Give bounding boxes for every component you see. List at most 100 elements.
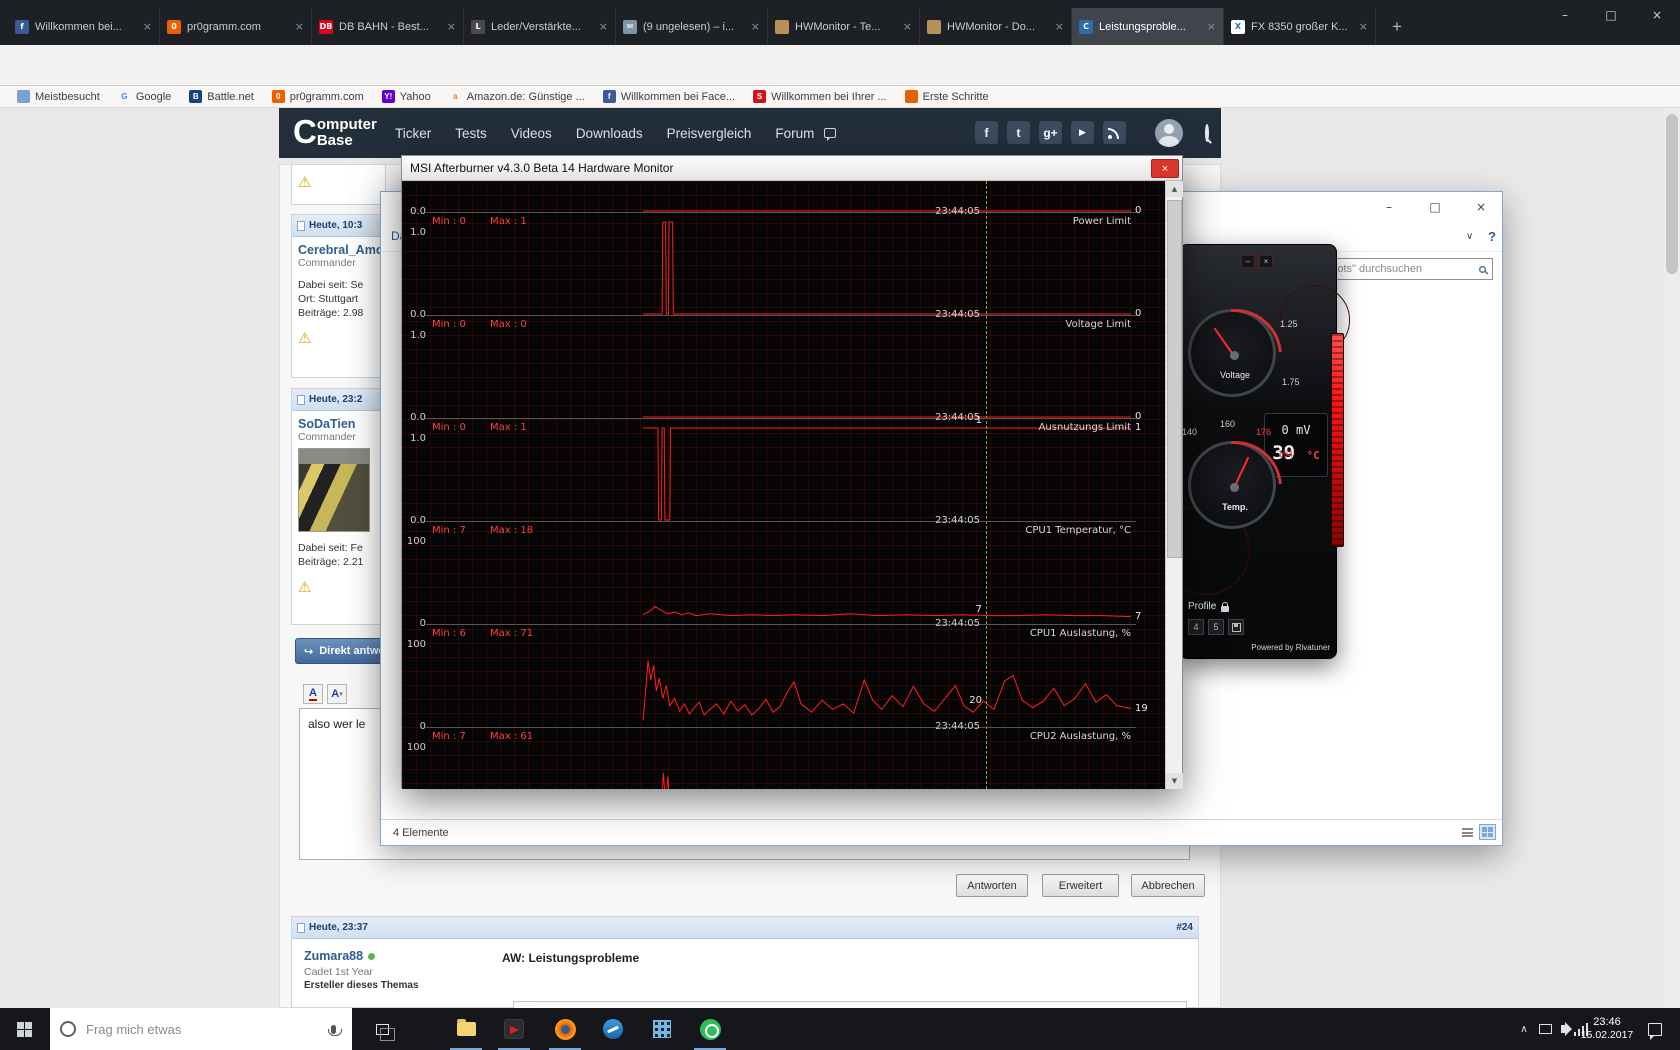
tab-close-icon[interactable]: ×: [1359, 20, 1368, 33]
username-link[interactable]: SoDaTien: [298, 417, 379, 431]
profile-4-button[interactable]: 4: [1188, 619, 1204, 635]
explorer-close-button[interactable]: ×: [1458, 192, 1504, 222]
facebook-icon[interactable]: f: [975, 121, 998, 144]
hm-scrollbar[interactable]: ▲ ▼: [1165, 181, 1183, 789]
help-icon[interactable]: ?: [1488, 229, 1496, 244]
task-view-button[interactable]: [362, 1008, 402, 1050]
microphone-icon[interactable]: [327, 1024, 342, 1036]
ribbon-collapse-icon[interactable]: ∨: [1466, 231, 1473, 242]
taskbar-app-green[interactable]: [686, 1008, 734, 1050]
nav-item-preisvergleich[interactable]: Preisvergleich: [667, 126, 752, 141]
font-size-icon[interactable]: A ▾: [327, 684, 347, 704]
twitter-icon[interactable]: t: [1007, 121, 1030, 144]
bookmark-label: Erste Schritte: [922, 90, 989, 103]
browser-tab[interactable]: X FX 8350 großer K... ×: [1224, 8, 1376, 45]
profile-5-button[interactable]: 5: [1208, 619, 1224, 635]
taskbar-app-firefox[interactable]: [541, 1008, 589, 1050]
skin-close-button[interactable]: ×: [1259, 255, 1273, 268]
user-avatar[interactable]: [1155, 119, 1183, 147]
scroll-down-button[interactable]: ▼: [1166, 773, 1183, 789]
explorer-search-icon[interactable]: [1478, 265, 1487, 273]
bookmark-item[interactable]: 0 pr0gramm.com: [263, 86, 373, 107]
bookmark-item[interactable]: Erste Schritte: [896, 86, 998, 107]
abbrechen-button[interactable]: Abbrechen: [1131, 874, 1205, 897]
voltage-tick: 1.75: [1282, 377, 1300, 387]
bookmark-item[interactable]: f Willkommen bei Face...: [594, 86, 744, 107]
taskbar-clock[interactable]: 23:46 15.02.2017: [1576, 1008, 1638, 1050]
tab-close-icon[interactable]: ×: [1207, 20, 1216, 33]
skin-minimize-button[interactable]: –: [1241, 255, 1255, 268]
browser-tab[interactable]: DB DB BAHN - Best... ×: [312, 8, 464, 45]
hm-close-button[interactable]: ×: [1151, 159, 1179, 178]
explorer-minimize-button[interactable]: –: [1366, 192, 1412, 222]
tray-volume-icon[interactable]: [1554, 1008, 1572, 1050]
taskbar-app-blue[interactable]: [589, 1008, 637, 1050]
computerbase-logo[interactable]: C omputer Base: [293, 115, 377, 149]
thumbnail-view-button[interactable]: [1479, 824, 1496, 840]
tab-close-icon[interactable]: ×: [1055, 20, 1064, 33]
warning-icon[interactable]: ⚠: [298, 329, 379, 347]
browser-tab[interactable]: HWMonitor - Do... ×: [920, 8, 1072, 45]
taskbar-app-grid[interactable]: [638, 1008, 686, 1050]
warning-icon[interactable]: ⚠: [298, 173, 311, 191]
tab-close-icon[interactable]: ×: [599, 20, 608, 33]
list-view-button[interactable]: [1459, 824, 1476, 840]
tab-close-icon[interactable]: ×: [751, 20, 760, 33]
hm-min-label: Min : 0: [432, 216, 466, 227]
tab-close-icon[interactable]: ×: [447, 20, 456, 33]
bookmark-item[interactable]: Meistbesucht: [8, 86, 109, 107]
youtube-icon[interactable]: ▶: [1071, 121, 1094, 144]
browser-tab[interactable]: C Leistungsproble... ×: [1072, 8, 1224, 45]
taskbar-search-input[interactable]: [86, 1021, 321, 1037]
nav-item-ticker[interactable]: Ticker: [395, 126, 431, 141]
username-link[interactable]: Cerebral_Amoebe: [298, 243, 385, 257]
hm-titlebar[interactable]: MSI Afterburner v4.3.0 Beta 14 Hardware …: [402, 156, 1182, 181]
hm-scrollbar-thumb[interactable]: [1167, 200, 1182, 558]
window-minimize-button[interactable]: –: [1542, 0, 1588, 30]
new-tab-button[interactable]: +: [1384, 14, 1410, 40]
antworten-button[interactable]: Antworten: [956, 874, 1028, 897]
browser-tab[interactable]: L Leder/Verstärkte... ×: [464, 8, 616, 45]
bookmark-item[interactable]: G Google: [109, 86, 180, 107]
site-search-icon[interactable]: [1205, 124, 1209, 142]
window-close-button[interactable]: ×: [1634, 0, 1680, 30]
tray-expand-icon[interactable]: ∧: [1512, 1008, 1536, 1050]
nav-item-forum[interactable]: Forum: [775, 126, 814, 141]
nav-item-videos[interactable]: Videos: [511, 126, 552, 141]
profile-lock-icon[interactable]: [1221, 601, 1230, 612]
browser-tab[interactable]: ✉ (9 ungelesen) – i... ×: [616, 8, 768, 45]
bookmark-item[interactable]: B Battle.net: [180, 86, 262, 107]
bookmark-item[interactable]: S Willkommen bei Ihrer ...: [744, 86, 896, 107]
username-link[interactable]: Zumara88: [304, 949, 363, 963]
nav-item-downloads[interactable]: Downloads: [576, 126, 643, 141]
page-scrollbar-thumb[interactable]: [1666, 114, 1678, 274]
rss-icon[interactable]: [1103, 121, 1126, 144]
browser-tab[interactable]: HWMonitor - Te... ×: [768, 8, 920, 45]
profile-save-button[interactable]: [1228, 619, 1244, 635]
erweitert-button[interactable]: Erweitert: [1042, 874, 1119, 897]
hm-axis-min: 0.0: [410, 515, 426, 526]
taskbar-search[interactable]: [50, 1008, 352, 1050]
tab-close-icon[interactable]: ×: [295, 20, 304, 33]
googleplus-icon[interactable]: g+: [1039, 121, 1062, 144]
explorer-maximize-button[interactable]: □: [1412, 192, 1458, 222]
browser-tab[interactable]: f Willkommen bei... ×: [8, 8, 160, 45]
post-number[interactable]: #24: [1176, 922, 1193, 933]
start-button[interactable]: [0, 1008, 48, 1050]
tab-close-icon[interactable]: ×: [143, 20, 152, 33]
window-maximize-button[interactable]: □: [1588, 0, 1634, 30]
bookmark-item[interactable]: a Amazon.de: Günstige ...: [440, 86, 594, 107]
action-center-icon[interactable]: [1640, 1008, 1670, 1050]
tab-close-icon[interactable]: ×: [903, 20, 912, 33]
grid-app-icon: [653, 1020, 671, 1038]
tray-display-icon[interactable]: [1536, 1008, 1554, 1050]
browser-tab[interactable]: 0 pr0gramm.com ×: [160, 8, 312, 45]
font-color-icon[interactable]: A: [303, 684, 323, 704]
scroll-up-button[interactable]: ▲: [1166, 181, 1183, 197]
warning-icon[interactable]: ⚠: [298, 578, 379, 596]
taskbar-app-explorer[interactable]: [442, 1008, 490, 1050]
bookmark-item[interactable]: Y! Yahoo: [373, 86, 440, 107]
taskbar-app-afterburner[interactable]: [490, 1008, 538, 1050]
page-scrollbar[interactable]: [1664, 108, 1680, 1008]
nav-item-tests[interactable]: Tests: [455, 126, 487, 141]
